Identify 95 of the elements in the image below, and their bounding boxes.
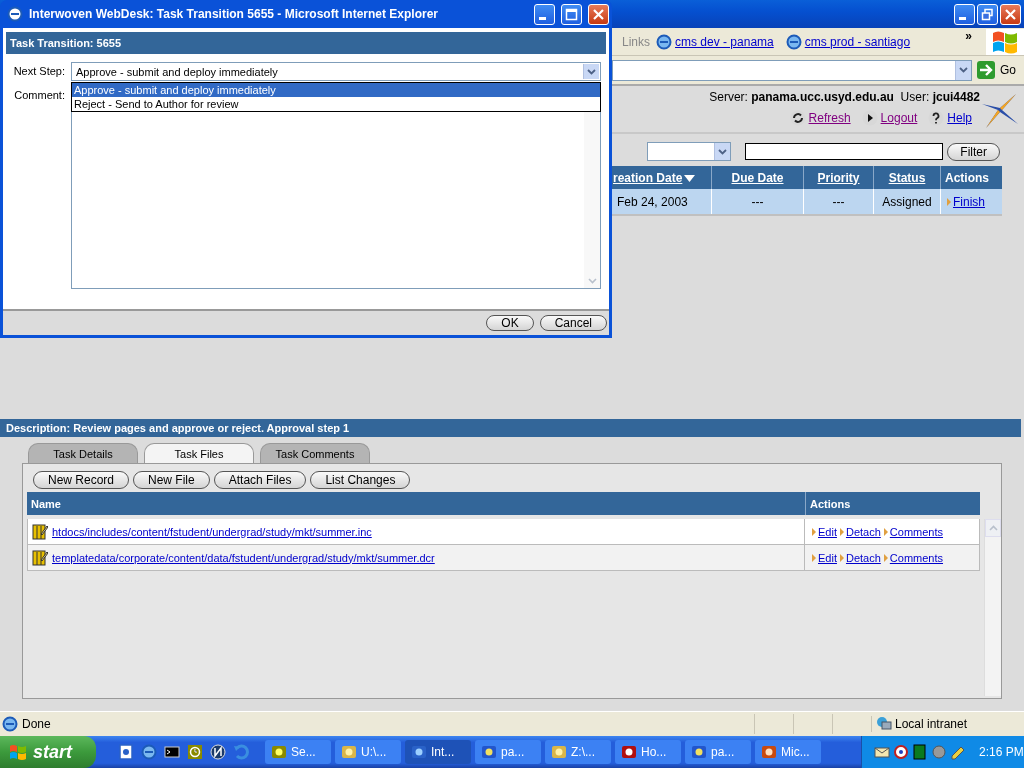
filter-input[interactable]: [745, 143, 944, 160]
column-header[interactable]: Status: [873, 166, 941, 189]
file-icon: [32, 549, 48, 566]
field-label: Next Step:: [12, 64, 65, 77]
restore-button[interactable]: [977, 3, 998, 25]
taskbar-button[interactable]: Z:\...: [545, 740, 611, 764]
description-bar: Description: Review pages and approve or reject. Approval step 1: [0, 419, 1021, 437]
taskbar-button[interactable]: Mic...: [755, 740, 821, 764]
header-link[interactable]: Logout: [880, 111, 918, 125]
header-link[interactable]: Refresh: [808, 111, 851, 125]
arrow-icon: [839, 527, 844, 536]
taskbar-button[interactable]: U:\...: [335, 740, 401, 764]
dialog-button[interactable]: Cancel: [539, 315, 607, 331]
editor-icon[interactable]: [118, 744, 134, 760]
toolbar-button[interactable]: List Changes: [310, 471, 411, 489]
envelope-icon[interactable]: [874, 744, 890, 760]
pencil-icon[interactable]: [950, 744, 966, 760]
maximize-button[interactable]: [561, 3, 582, 25]
taskbar-button[interactable]: pa...: [685, 740, 751, 764]
action-link[interactable]: Comments: [889, 525, 943, 538]
close-icon: [592, 7, 605, 21]
start-button[interactable]: start: [0, 736, 96, 768]
arrow-icon: [883, 527, 888, 536]
window-title: Interwoven WebDesk: Task Transition 5655 - Microsoft Internet Explorer: [29, 7, 438, 21]
column-header: Name: [30, 497, 62, 510]
go-arrow-icon: [976, 60, 996, 80]
dropdown-option[interactable]: Approve - submit and deploy immediately: [72, 83, 600, 97]
sort-arrow-icon: [684, 174, 696, 182]
file-link[interactable]: templatedata/corporate/content/data/fstudent/undergrad/study/mkt/summer.dcr: [52, 551, 435, 564]
arrow-icon: [839, 553, 844, 562]
filter-select[interactable]: [647, 142, 732, 161]
arrow-icon: [947, 197, 951, 206]
column-header: Actions: [805, 492, 980, 515]
app-icon[interactable]: [893, 744, 909, 760]
close-icon: [1004, 7, 1017, 21]
file-icon: [32, 523, 48, 540]
favorite-link[interactable]: cms dev - panama: [656, 33, 774, 50]
windows-logo-icon: [986, 28, 1024, 55]
field-label: Comment:: [13, 88, 65, 101]
taskbar-button[interactable]: Int...: [405, 740, 471, 764]
more-links-chevron[interactable]: »: [965, 29, 972, 43]
column-header[interactable]: Priority: [803, 166, 874, 189]
table-cell: Feb 24, 2003: [612, 189, 712, 215]
file-link[interactable]: htdocs/includes/content/fstudent/undergrad/study/mkt/summer.inc: [52, 525, 372, 538]
close-button[interactable]: [588, 3, 609, 25]
header-link[interactable]: Help: [947, 111, 972, 125]
status-text: Done: [22, 717, 51, 731]
action-link[interactable]: Detach: [845, 551, 881, 564]
restore-icon: [981, 7, 994, 21]
terminal-icon[interactable]: [164, 744, 180, 760]
scroll-down-icon: [587, 278, 597, 284]
network-icon: [876, 716, 892, 732]
action-link[interactable]: Detach: [845, 525, 881, 538]
minimize-icon: [959, 16, 966, 20]
toolbar-button[interactable]: Attach Files: [213, 471, 307, 489]
minimize-button[interactable]: [534, 3, 555, 25]
arrow-icon: [812, 527, 816, 536]
filter-button[interactable]: Filter: [947, 142, 1000, 161]
minimize-button[interactable]: [954, 3, 975, 25]
column-header[interactable]: reation Date: [612, 166, 712, 189]
toolbar-button[interactable]: New File: [133, 471, 210, 489]
toolbar-button[interactable]: New Record: [33, 471, 130, 489]
clock: 2:16 PM: [979, 745, 1024, 759]
minimize-icon: [539, 16, 546, 20]
windows-logo-icon: [8, 743, 28, 761]
scrollbar[interactable]: [984, 519, 1001, 696]
maximize-icon: [565, 7, 578, 21]
tab[interactable]: Task Comments: [260, 443, 370, 463]
server-user-info: Server: panama.ucc.usyd.edu.au User: jcui4482: [709, 90, 980, 104]
dropdown-option[interactable]: Reject - Send to Author for review: [72, 97, 600, 111]
arrow-icon: [883, 553, 888, 562]
next-step-select[interactable]: Approve - submit and deploy immediately: [71, 62, 601, 81]
table-cell: Assigned: [873, 189, 941, 215]
dialog-heading: Task Transition: 5655: [6, 32, 606, 54]
favorite-link[interactable]: cms prod - santiago: [785, 33, 911, 50]
action-link[interactable]: Edit: [818, 551, 837, 564]
links-label: Links: [622, 34, 650, 49]
go-button[interactable]: Go: [976, 60, 1024, 80]
action-link[interactable]: Comments: [889, 551, 943, 564]
column-header[interactable]: Due Date: [711, 166, 804, 189]
table-cell: ---: [711, 189, 804, 215]
taskbar-button[interactable]: pa...: [475, 740, 541, 764]
arrow-icon: [812, 553, 816, 562]
security-zone: Local intranet: [895, 717, 968, 731]
taskbar-button[interactable]: Ho...: [615, 740, 681, 764]
tab[interactable]: Task Details: [28, 443, 138, 463]
column-header: Actions: [940, 166, 1002, 189]
address-field[interactable]: [612, 59, 972, 81]
tab[interactable]: Task Files: [144, 443, 254, 463]
close-button[interactable]: [1000, 3, 1021, 25]
taskbar-button[interactable]: Se...: [265, 740, 331, 764]
dialog-button[interactable]: OK: [486, 315, 534, 331]
scroll-up-icon: [988, 525, 998, 531]
action-link[interactable]: Edit: [818, 525, 837, 538]
table-cell: ---: [803, 189, 874, 215]
